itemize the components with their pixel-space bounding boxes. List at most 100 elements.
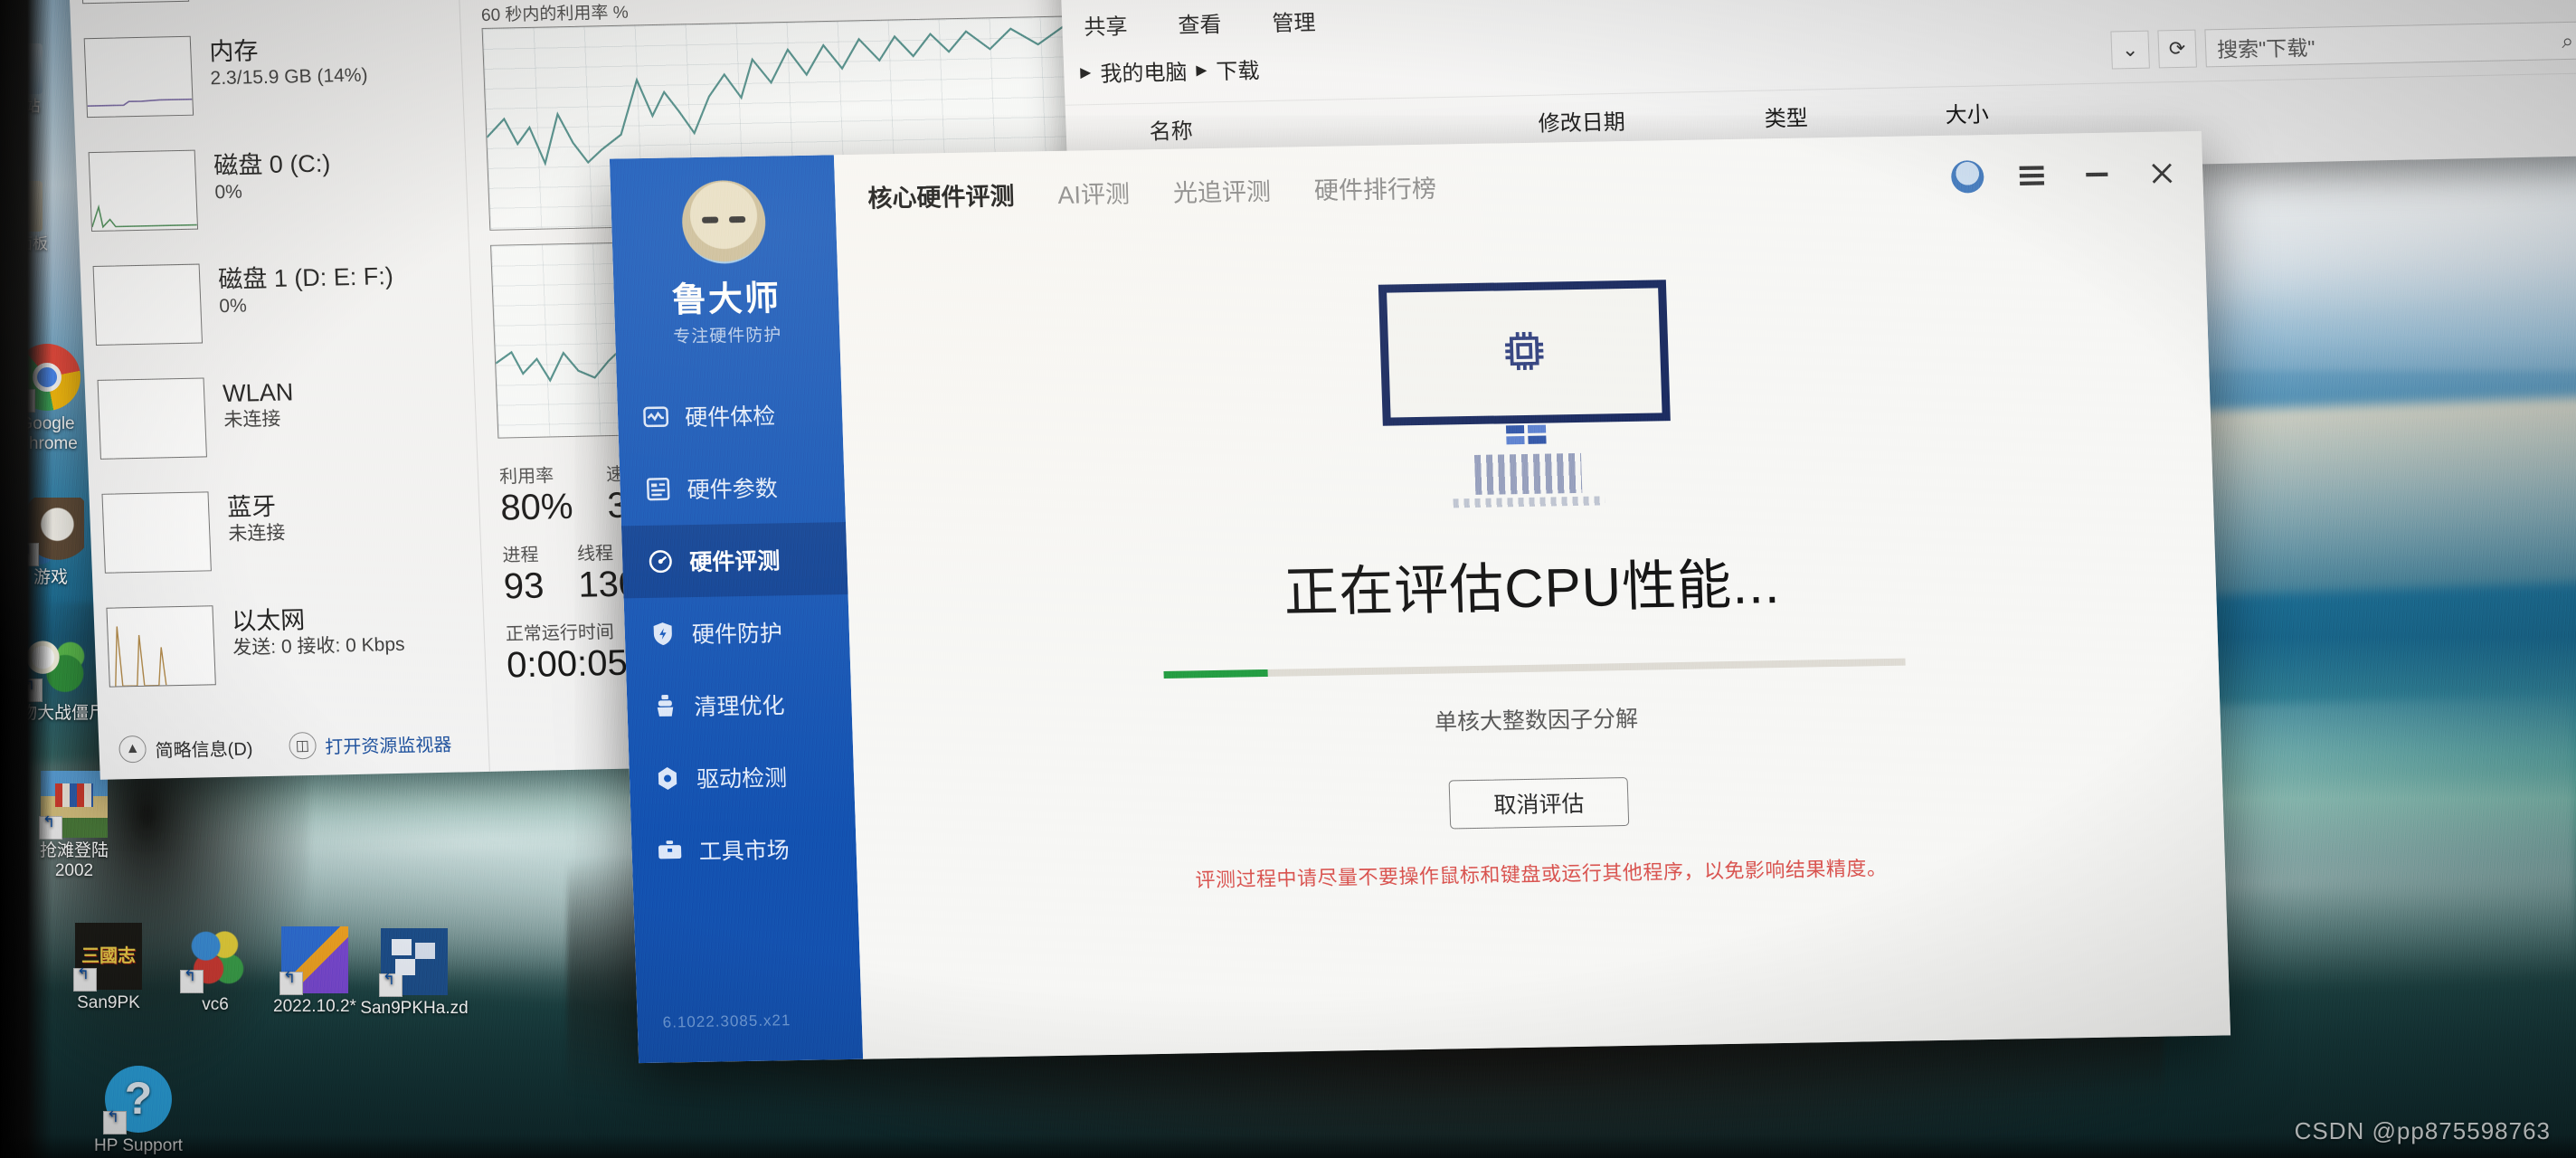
tab-raytracing-benchmark[interactable]: 光追评测 [1172,171,1271,208]
sidebar-item-hardware-checkup[interactable]: 硬件体检 [617,377,844,453]
sidebar-item-label: 硬件防护 [691,621,783,649]
tm-card-detail: 未连接 [223,409,281,432]
sidebar-item-hardware-protection[interactable]: 硬件防护 [624,594,851,670]
ribbon-tab-manage[interactable]: 管理 [1272,4,1316,36]
ludashi-tabs[interactable]: 核心硬件评测 AI评测 光追评测 硬件排行榜 [867,168,1437,214]
windows-folder-icon [379,928,448,997]
sidebar-item-label: 清理优化 [694,693,785,721]
refresh-icon[interactable]: ⟳ [2157,29,2197,69]
search-input[interactable]: 搜索"下载" ⌕ [2204,21,2576,68]
tm-card-memory[interactable]: 内存 2.3/15.9 GB (14%) [71,18,464,140]
tm-stat-processes: 进程 93 [502,540,545,607]
breadcrumb[interactable]: ▸ 我的电脑 ▸ 下载 [1080,52,1260,88]
tm-card-bluetooth[interactable]: 蓝牙 未连接 [89,473,482,595]
ludashi-sidebar[interactable]: 鲁大师 专注硬件防护 硬件体检 硬件参数 硬件评测 硬件防护 清理优化 驱动检测… [609,155,864,1064]
ribbon-tab-share[interactable]: 共享 [1084,8,1128,41]
column-header-name[interactable]: 名称 [1149,105,1539,145]
cpu-chip-icon [1498,325,1550,381]
task-manager-resource-list[interactable]: CPU 80% 3.14 GHz 内存 2.3/15.9 GB (14%) [66,0,490,780]
column-header-type[interactable]: 类型 [1764,97,1946,132]
vc6-icon [180,925,249,993]
shield-icon [648,619,677,649]
csdn-watermark: CSDN @pp875598763 [2294,1117,2551,1144]
desktop-icon-vc6[interactable]: vc6 [161,925,270,1015]
tm-card-detail: 发送: 0 接收: 0 Kbps [232,634,405,660]
sidebar-item-label: 工具市场 [698,838,791,865]
san9pk-icon [73,923,142,992]
column-header-size[interactable]: 大小 [1945,93,2126,128]
nut-icon [653,764,683,793]
toolbox-icon [655,836,685,866]
ludashi-window[interactable]: 鲁大师 专注硬件防护 硬件体检 硬件参数 硬件评测 硬件防护 清理优化 驱动检测… [609,130,2231,1064]
screen-photo: Google Chrome 游戏 植物大战僵尸 抢滩登陆 2002 San9PK… [0,0,2576,1158]
app-version: 6.1022.3085.x21 [662,1011,791,1031]
fewer-details-button[interactable]: ▲ 简略信息(D) [118,733,253,764]
tm-card-detail: 0% [218,295,248,318]
tab-core-hardware-benchmark[interactable]: 核心硬件评测 [867,176,1015,214]
monitor-screen [1378,280,1671,426]
tm-thumb-disk0 [88,149,199,233]
tm-card-title: 磁盘 1 (D: E: F:) [217,262,394,294]
tm-card-disk0[interactable]: 磁盘 0 (C:) 0% [75,131,469,253]
tm-stat-label: 利用率 [498,466,554,488]
benchmark-illustration [838,271,2213,518]
desktop-icon-label: vc6 [202,995,229,1014]
desktop-icon-label: San9PK [77,993,140,1012]
tm-stat-value: 93 [502,565,545,607]
sidebar-item-hardware-benchmark[interactable]: 硬件评测 [621,522,848,599]
gauge-icon [646,546,676,576]
ludashi-mascot-icon [680,179,767,265]
fewer-details-label: 简略信息(D) [155,738,253,762]
tm-thumb-bluetooth [101,491,212,574]
tm-card-title: 磁盘 0 (C:) [213,149,331,180]
benchmark-progress-fill [1163,669,1268,679]
minimize-icon[interactable] [2079,157,2115,193]
sidebar-item-driver-detect[interactable]: 驱动检测 [629,739,856,815]
ludashi-brand: 鲁大师 专注硬件防护 [610,155,840,348]
ludashi-nav[interactable]: 硬件体检 硬件参数 硬件评测 硬件防护 清理优化 驱动检测 工具市场 [617,377,857,887]
monitor-icon: ◫ [288,731,317,760]
ribbon-tab-view[interactable]: 查看 [1178,6,1222,39]
cancel-benchmark-button[interactable]: 取消评估 [1448,777,1630,830]
desktop-icon-label: San9PKHa.zd [360,999,469,1018]
resource-monitor-link[interactable]: ◫ 打开资源监视器 [288,729,452,760]
tm-card-detail: 0% [214,181,243,204]
monitor-bezel-bottom [0,1134,2576,1158]
account-avatar-icon[interactable] [1950,160,1984,194]
chevron-down-icon[interactable]: ⌄ [2110,30,2150,70]
benchmark-panel: 正在评估CPU性能... 单核大整数因子分解 取消评估 评测过程中请尽量不要操作… [837,214,2230,1059]
tm-card-ethernet[interactable]: 以太网 发送: 0 接收: 0 Kbps [93,587,487,709]
monitor-cpu-icon [1378,280,1673,508]
tm-card-wlan[interactable]: WLAN 未连接 [84,359,478,481]
app-slogan: 专注硬件防护 [672,326,782,347]
window-controls[interactable] [1950,156,2180,194]
keyboard-shadow [1453,496,1605,508]
search-icon: ⌕ [2561,28,2574,52]
sidebar-item-label: 硬件评测 [688,548,781,576]
sidebar-item-hardware-params[interactable]: 硬件参数 [619,450,846,526]
column-header-modified[interactable]: 修改日期 [1538,100,1765,137]
sidebar-item-label: 驱动检测 [696,765,788,793]
list-icon [643,474,673,504]
close-icon[interactable] [2145,156,2180,191]
hamburger-menu-icon[interactable] [2014,158,2050,194]
pulse-icon [641,402,671,432]
desktop-icon-san9pk[interactable]: San9PK [54,923,163,1013]
file-icon [279,926,348,995]
tm-graph-caption: 60 秒内的利用率 % [480,3,630,26]
tm-card-title: 内存 [208,37,259,66]
hp-support-icon [103,1066,172,1134]
breadcrumb-item-mycomputer[interactable]: 我的电脑 [1100,53,1188,87]
tab-ai-benchmark[interactable]: AI评测 [1057,174,1131,210]
sidebar-item-cleanup-optimize[interactable]: 清理优化 [626,667,853,743]
tm-card-disk1[interactable]: 磁盘 1 (D: E: F:) 0% [80,245,473,367]
tab-hardware-ranking[interactable]: 硬件排行榜 [1313,168,1436,205]
sidebar-item-label: 硬件体检 [684,403,776,432]
desktop-icon-san9pkha[interactable]: San9PKHa.zd [360,928,469,1019]
sidebar-item-tool-market[interactable]: 工具市场 [630,812,857,887]
resource-monitor-label: 打开资源监视器 [324,735,452,758]
ludashi-main: 核心硬件评测 AI评测 光追评测 硬件排行榜 正在评估CPU性能... 单核大整… [833,130,2231,1059]
breadcrumb-item-downloads[interactable]: 下载 [1216,52,1260,85]
desktop-icon-dated-file[interactable]: 2022.10.2* [260,926,369,1017]
search-placeholder: 搜索"下载" [2216,35,2316,62]
